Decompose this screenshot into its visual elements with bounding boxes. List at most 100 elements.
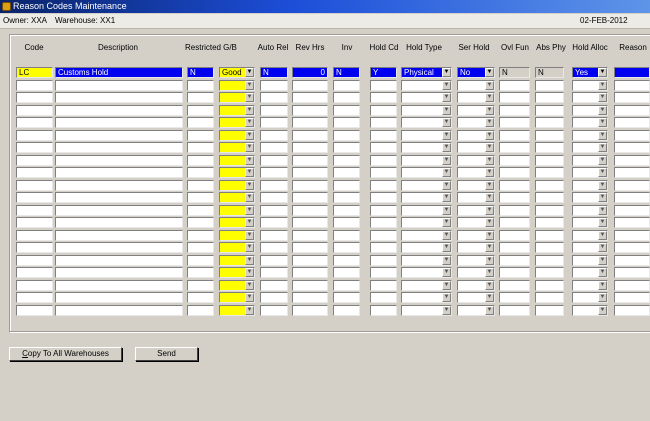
restricted-field[interactable] (187, 192, 214, 203)
chevron-down-icon[interactable]: ▼ (598, 280, 607, 290)
chevron-down-icon[interactable]: ▼ (442, 268, 451, 277)
abs-phy-field[interactable] (535, 217, 564, 228)
inv-field[interactable] (333, 117, 360, 128)
abs-phy-field[interactable] (535, 117, 564, 128)
restricted-field[interactable] (187, 204, 214, 216)
rev-hrs-field[interactable] (292, 254, 328, 266)
hold-cd-field[interactable] (370, 167, 397, 178)
gb-field[interactable]: ▼ (219, 142, 255, 153)
rev-hrs-field[interactable] (292, 292, 328, 303)
chevron-down-icon[interactable]: ▼ (485, 105, 494, 115)
reason-field[interactable] (614, 167, 650, 178)
abs-phy-field[interactable] (535, 304, 564, 316)
abs-phy-field[interactable] (535, 154, 564, 166)
inv-field[interactable] (333, 217, 360, 228)
ovl-fun-field[interactable] (499, 154, 530, 166)
chevron-down-icon[interactable]: ▼ (598, 105, 607, 115)
hold-alloc-field[interactable]: ▼ (572, 279, 608, 291)
description-field[interactable]: Customs Hold (55, 67, 183, 78)
auto-rel-field[interactable] (260, 267, 288, 278)
gb-field[interactable]: ▼ (219, 154, 255, 166)
code-field[interactable] (16, 254, 53, 266)
chevron-down-icon[interactable]: ▼ (245, 180, 254, 190)
hold-type-field[interactable]: ▼ (401, 129, 452, 141)
ser-hold-field[interactable]: No ▼ (457, 67, 495, 78)
reason-field[interactable] (614, 267, 650, 278)
hold-alloc-field[interactable]: ▼ (572, 142, 608, 153)
hold-cd-field[interactable] (370, 192, 397, 203)
restricted-field[interactable] (187, 142, 214, 153)
ser-hold-field[interactable]: ▼ (457, 204, 495, 216)
ser-hold-field[interactable]: ▼ (457, 279, 495, 291)
gb-field[interactable]: ▼ (219, 267, 255, 278)
ovl-fun-field[interactable] (499, 229, 530, 241)
hold-type-field[interactable]: ▼ (401, 242, 452, 253)
inv-field[interactable] (333, 229, 360, 241)
reason-field[interactable] (614, 304, 650, 316)
chevron-down-icon[interactable]: ▼ (245, 293, 254, 302)
code-field[interactable] (16, 204, 53, 216)
chevron-down-icon[interactable]: ▼ (245, 68, 254, 77)
gb-field[interactable]: ▼ (219, 304, 255, 316)
chevron-down-icon[interactable]: ▼ (598, 118, 607, 127)
rev-hrs-field[interactable] (292, 92, 328, 103)
rev-hrs-field[interactable] (292, 242, 328, 253)
hold-type-field[interactable]: ▼ (401, 304, 452, 316)
ser-hold-field[interactable]: ▼ (457, 92, 495, 103)
auto-rel-field[interactable] (260, 229, 288, 241)
reason-field[interactable] (614, 204, 650, 216)
hold-cd-field[interactable]: Y (370, 67, 397, 78)
ovl-fun-field[interactable] (499, 104, 530, 116)
inv-field[interactable] (333, 267, 360, 278)
ovl-fun-field[interactable] (499, 217, 530, 228)
gb-field[interactable]: ▼ (219, 104, 255, 116)
gb-field[interactable]: ▼ (219, 229, 255, 241)
hold-alloc-field[interactable]: ▼ (572, 192, 608, 203)
hold-type-field[interactable]: ▼ (401, 154, 452, 166)
inv-field[interactable] (333, 292, 360, 303)
chevron-down-icon[interactable]: ▼ (245, 93, 254, 102)
chevron-down-icon[interactable]: ▼ (442, 80, 451, 90)
chevron-down-icon[interactable]: ▼ (442, 180, 451, 190)
chevron-down-icon[interactable]: ▼ (442, 230, 451, 240)
reason-field[interactable] (614, 192, 650, 203)
chevron-down-icon[interactable]: ▼ (245, 118, 254, 127)
abs-phy-field[interactable] (535, 192, 564, 203)
ser-hold-field[interactable]: ▼ (457, 79, 495, 91)
reason-field[interactable] (614, 117, 650, 128)
ovl-fun-field[interactable] (499, 292, 530, 303)
restricted-field[interactable] (187, 179, 214, 191)
description-field[interactable] (55, 204, 183, 216)
ovl-fun-field[interactable] (499, 92, 530, 103)
chevron-down-icon[interactable]: ▼ (598, 218, 607, 227)
hold-type-field[interactable]: ▼ (401, 179, 452, 191)
gb-field[interactable]: ▼ (219, 117, 255, 128)
chevron-down-icon[interactable]: ▼ (442, 93, 451, 102)
gb-field[interactable]: ▼ (219, 79, 255, 91)
hold-cd-field[interactable] (370, 242, 397, 253)
reason-field[interactable] (614, 242, 650, 253)
description-field[interactable] (55, 179, 183, 191)
code-field[interactable] (16, 129, 53, 141)
restricted-field[interactable] (187, 154, 214, 166)
auto-rel-field[interactable] (260, 79, 288, 91)
gb-field[interactable]: ▼ (219, 179, 255, 191)
chevron-down-icon[interactable]: ▼ (442, 243, 451, 252)
chevron-down-icon[interactable]: ▼ (598, 243, 607, 252)
rev-hrs-field[interactable] (292, 142, 328, 153)
chevron-down-icon[interactable]: ▼ (245, 255, 254, 265)
hold-alloc-field[interactable]: ▼ (572, 129, 608, 141)
chevron-down-icon[interactable]: ▼ (485, 218, 494, 227)
auto-rel-field[interactable] (260, 129, 288, 141)
ser-hold-field[interactable]: ▼ (457, 254, 495, 266)
reason-field[interactable] (614, 292, 650, 303)
rev-hrs-field[interactable] (292, 204, 328, 216)
ser-hold-field[interactable]: ▼ (457, 117, 495, 128)
restricted-field[interactable] (187, 229, 214, 241)
chevron-down-icon[interactable]: ▼ (485, 68, 494, 77)
hold-alloc-field[interactable]: ▼ (572, 179, 608, 191)
chevron-down-icon[interactable]: ▼ (598, 143, 607, 152)
ovl-fun-field[interactable] (499, 129, 530, 141)
hold-type-field[interactable]: Physical ▼ (401, 67, 452, 78)
hold-type-field[interactable]: ▼ (401, 104, 452, 116)
